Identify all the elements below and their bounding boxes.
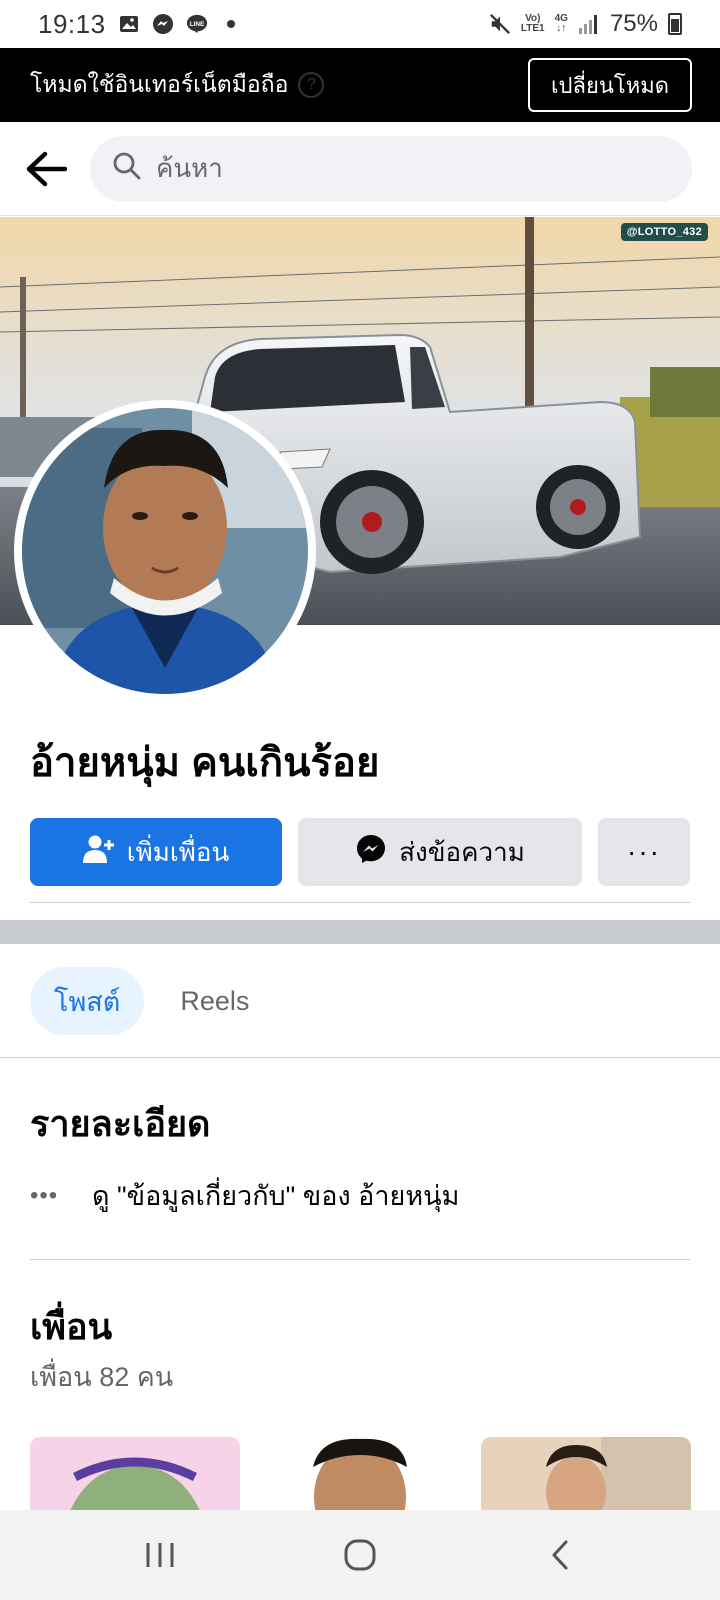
search-input[interactable]: ค้นหา — [90, 135, 692, 202]
search-icon — [112, 151, 142, 186]
signal-icon — [578, 13, 600, 35]
back-arrow-icon[interactable] — [22, 145, 70, 193]
profile-actions: เพิ่มเพื่อน ส่งข้อความ ··· — [30, 818, 690, 886]
data-mode-text: โหมดใช้อินเทอร์เน็ตมือถือ — [30, 71, 289, 97]
tab-posts[interactable]: โพสต์ — [30, 967, 145, 1035]
data-mode-banner: โหมดใช้อินเทอร์เน็ตมือถือ ? เปลี่ยนโหมด — [0, 48, 720, 122]
line-app-icon: LINE — [186, 13, 208, 35]
messenger-icon — [152, 13, 174, 35]
volte-indicator: Vo) LTE1 — [520, 13, 545, 34]
friend-thumbnail[interactable] — [255, 1437, 465, 1511]
help-icon[interactable]: ? — [298, 72, 325, 98]
message-button[interactable]: ส่งข้อความ — [298, 818, 582, 886]
switch-mode-button[interactable]: เปลี่ยนโหมด — [528, 58, 692, 112]
messenger-icon — [355, 833, 387, 872]
profile-name: อ้ายหนุ่ม คนเกินร้อย — [30, 741, 380, 785]
add-friend-button[interactable]: เพิ่มเพื่อน — [30, 818, 282, 886]
notification-dot-icon — [220, 13, 242, 35]
battery-icon — [668, 13, 682, 35]
more-options-button[interactable]: ··· — [598, 818, 690, 886]
mute-icon — [489, 13, 511, 35]
about-link[interactable]: ••• ดู "ข้อมูลเกี่ยวกับ" ของ อ้ายหนุ่ม — [30, 1174, 459, 1217]
section-separator — [0, 920, 720, 944]
gallery-icon — [118, 13, 140, 35]
status-bar: 19:13 LINE Vo) LTE1 4G ↓↑ 75% — [0, 0, 720, 48]
details-heading: รายละเอียด — [30, 1103, 211, 1144]
network-type: 4G ↓↑ — [554, 13, 568, 34]
tab-reels[interactable]: Reels — [180, 967, 249, 1035]
svg-text:LINE: LINE — [189, 21, 204, 28]
more-dots-icon: ••• — [30, 1181, 59, 1209]
cover-watermark: @LOTTO_432 — [620, 223, 708, 241]
friends-count: เพื่อน 82 คน — [30, 1362, 174, 1392]
search-placeholder: ค้นหา — [156, 153, 223, 183]
profile-tabs: โพสต์ Reels — [30, 967, 249, 1035]
add-person-icon — [82, 834, 115, 871]
friends-heading: เพื่อน — [30, 1306, 113, 1347]
divider — [30, 1259, 690, 1260]
profile-avatar[interactable] — [14, 400, 316, 702]
divider — [0, 1057, 720, 1058]
battery-level: 75% — [609, 10, 658, 37]
status-time: 19:13 — [38, 8, 106, 39]
add-friend-label: เพิ่มเพื่อน — [126, 836, 230, 867]
home-icon[interactable] — [320, 1525, 400, 1585]
divider — [30, 902, 690, 903]
about-link-text: ดู "ข้อมูลเกี่ยวกับ" ของ อ้ายหนุ่ม — [92, 1181, 460, 1211]
system-navigation-bar — [0, 1510, 720, 1600]
search-header: ค้นหา — [0, 122, 720, 216]
back-icon[interactable] — [520, 1525, 600, 1585]
recent-apps-icon[interactable] — [120, 1525, 200, 1585]
friend-thumbnail[interactable] — [30, 1437, 240, 1511]
friend-thumbnail[interactable] — [481, 1437, 691, 1511]
message-label: ส่งข้อความ — [399, 836, 525, 867]
